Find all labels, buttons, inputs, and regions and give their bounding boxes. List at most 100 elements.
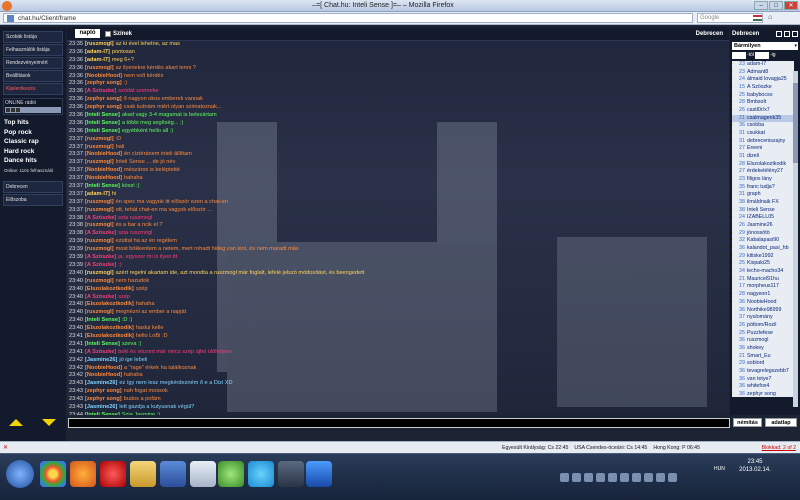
user-list-item[interactable]: ◦ 34 lecho-macho34 (732, 268, 794, 276)
left-menu-item[interactable]: Szobák listája (3, 31, 63, 43)
message-author[interactable]: [zephyr song] (85, 388, 122, 394)
user-list-item[interactable]: ◦ 21 Mauricel91hu (732, 276, 794, 284)
tray-icon-4[interactable] (596, 472, 605, 482)
message-author[interactable]: [ruszmogl] (85, 238, 114, 244)
message-author[interactable]: [A Szöszke] (85, 262, 116, 268)
left-menu-item[interactable]: Felhasználók listája (3, 44, 63, 56)
scroll-down-arrow-icon[interactable] (42, 419, 56, 426)
message-author[interactable]: [A Szöszke] (85, 254, 116, 260)
user-list-item[interactable]: ◦ 38 Inteli Sense (732, 207, 794, 215)
chrome-icon[interactable] (40, 461, 66, 487)
user-list-item[interactable]: ◦ 26 Jasmine26 (732, 222, 794, 230)
message-author[interactable]: [NoobieHood] (85, 175, 122, 181)
message-author[interactable]: [adam-l7] (85, 191, 110, 197)
user-list-item[interactable]: ◦ 31 dizeli (732, 153, 794, 161)
message-author[interactable]: [ruszmogl] (85, 65, 114, 71)
volume-icon[interactable] (656, 472, 665, 482)
message-author[interactable]: [zephyr song] (85, 96, 122, 102)
tray-icon-2[interactable] (572, 472, 581, 482)
message-author[interactable]: [NoobieHood] (85, 365, 122, 371)
user-list-item[interactable]: ◦ 36 csobba (732, 122, 794, 130)
language-indicator[interactable]: HUN (714, 466, 725, 472)
colors-checkbox[interactable]: Színek (105, 30, 132, 37)
radio-genre-link[interactable]: Pop rock (4, 128, 66, 138)
user-list-item[interactable]: ◦ 25 Puzzlefese (732, 330, 794, 338)
log-tab[interactable]: napló (75, 29, 100, 38)
user-list-item[interactable]: ◦ 28 nagyeon1 (732, 291, 794, 299)
pause-icon[interactable] (11, 108, 15, 112)
stop-icon[interactable] (16, 108, 20, 112)
tray-icon-1[interactable] (560, 472, 569, 482)
user-list-item[interactable]: ◦ 25 babybocso (732, 92, 794, 100)
message-author[interactable]: [Elszolakoztkodik] (85, 333, 134, 339)
user-list-item[interactable]: ◦ 28 Elszolakoztkodik (732, 161, 794, 169)
address-bar[interactable]: chat.hu/Client/frame (3, 13, 693, 23)
mute-button[interactable]: némítás (733, 418, 762, 427)
room-item[interactable]: Debrecen (3, 180, 63, 193)
age-to-select[interactable] (755, 51, 769, 59)
firefox-taskbar-icon[interactable] (70, 461, 96, 487)
user-list-item[interactable]: ◦ 15 A Szöszke (732, 84, 794, 92)
user-list-item[interactable]: ◦ 36 van tetye7 (732, 376, 794, 384)
tray-icon-5[interactable] (608, 472, 617, 482)
message-author[interactable]: [NoobieHood] (85, 167, 122, 173)
message-author[interactable]: [Inteli Sense] (85, 412, 120, 415)
tray-icon-6[interactable] (620, 472, 629, 482)
user-list-item[interactable]: ◦ 23 Admant8 (732, 69, 794, 77)
message-author[interactable]: [zephyr song] (85, 396, 122, 402)
message-author[interactable]: [ruszmogl] (85, 144, 114, 150)
user-list-item[interactable]: ◦ 26 castl0r/x7 (732, 107, 794, 115)
user-list-item[interactable]: ◦ 24 IZABELL05 (732, 214, 794, 222)
home-icon[interactable]: ⌂ (768, 14, 778, 23)
user-list-item[interactable]: ◦ 36 ruszmogl (732, 337, 794, 345)
radio-genre-link[interactable]: Top hits (4, 118, 66, 128)
scrollbar-thumb[interactable] (793, 83, 798, 163)
user-list-item[interactable]: ◦ 31 debreceniszajny (732, 138, 794, 146)
message-author[interactable]: [Inteli Sense] (85, 120, 120, 126)
maximize-button[interactable]: □ (769, 1, 783, 10)
user-list-item[interactable]: ◦ 36 Northike98999 (732, 307, 794, 315)
message-author[interactable]: [Elszolakoztkodik] (85, 301, 134, 307)
radio-player-controls[interactable] (5, 107, 61, 113)
user-list-item[interactable]: ◦ 23 adam-l7 (732, 61, 794, 69)
user-list-item[interactable]: ◦ 36 zephyr song (732, 391, 794, 397)
skype-icon[interactable] (248, 461, 274, 487)
message-author[interactable]: [ruszmogl] (85, 270, 114, 276)
age-from-select[interactable] (732, 51, 746, 59)
minimize-button[interactable]: – (754, 1, 768, 10)
user-list-item[interactable]: ◦ 21 csalmagenk35 (732, 114, 794, 123)
user-list-item[interactable]: ◦ 21 Smart_Eu (732, 353, 794, 361)
message-author[interactable]: [ruszmogl] (85, 207, 114, 213)
message-author[interactable]: [ruszmogl] (85, 159, 114, 165)
user-list-item[interactable]: ◦ 24 álmaid lovagja25 (732, 76, 794, 84)
user-list-item[interactable]: ◦ 36 whitefox4 (732, 383, 794, 391)
user-list-item[interactable]: ◦ 36 NoobieHood (732, 299, 794, 307)
tray-icon-8[interactable] (644, 472, 653, 482)
app-icon[interactable] (190, 461, 216, 487)
search-box[interactable]: Google (697, 13, 763, 23)
message-author[interactable]: [A Szöszke] (85, 230, 116, 236)
user-list-item[interactable]: ◦ 27 érdekelélény27 (732, 168, 794, 176)
profile-button[interactable]: adatlap (765, 418, 797, 427)
folder-icon[interactable] (130, 461, 156, 487)
message-author[interactable]: [Inteli Sense] (85, 341, 120, 347)
user-list-item[interactable]: ◦ 31 csukkat (732, 130, 794, 138)
user-list-item[interactable]: ◦ 35 franc tudja? (732, 184, 794, 192)
message-author[interactable]: [adam-l7] (85, 49, 110, 55)
tray-icon-3[interactable] (584, 472, 593, 482)
gender-filter-select[interactable]: Bármilyen (732, 42, 798, 50)
user-list-item[interactable]: ◦ 31 graph (732, 191, 794, 199)
left-menu-item[interactable]: Rendezvényeimért (3, 57, 63, 69)
message-author[interactable]: [ruszmogl] (85, 309, 114, 315)
message-input[interactable] (68, 417, 730, 428)
left-menu-item[interactable]: Beállítások (3, 70, 63, 82)
message-author[interactable]: [NoobieHood] (85, 151, 122, 157)
radio-genre-link[interactable]: Dance hits (4, 156, 66, 166)
user-list-item[interactable]: ◦ 32 Kabalapasi90 (732, 237, 794, 245)
firefox-icon[interactable] (2, 0, 12, 11)
window-icon[interactable] (784, 31, 790, 37)
photo-viewer-icon[interactable] (306, 461, 332, 487)
user-list-item[interactable]: ◦ 17 morpheus117 (732, 283, 794, 291)
user-list-item[interactable]: ◦ 36 kalandot_pasi_hb (732, 245, 794, 253)
start-button-icon[interactable] (6, 460, 34, 488)
